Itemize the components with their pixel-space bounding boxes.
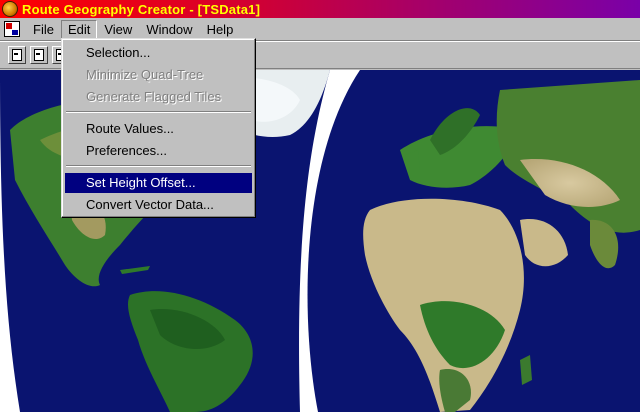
menu-item-convert-vector-data[interactable]: Convert Vector Data... xyxy=(65,195,252,215)
menu-item-selection[interactable]: Selection... xyxy=(65,43,252,63)
window-title: Route Geography Creator - [TSData1] xyxy=(22,1,261,17)
title-bar: Route Geography Creator - [TSData1] xyxy=(0,0,640,18)
import-button[interactable] xyxy=(30,46,48,64)
menu-separator xyxy=(66,165,251,167)
app-icon xyxy=(2,1,18,17)
menu-view[interactable]: View xyxy=(97,20,139,39)
menu-file[interactable]: File xyxy=(26,20,61,39)
menu-edit[interactable]: Edit xyxy=(60,19,98,39)
document-icon[interactable] xyxy=(4,21,20,37)
menu-item-generate-flagged-tiles: Generate Flagged Tiles xyxy=(86,89,222,104)
import-icon xyxy=(34,49,44,61)
edit-menu-dropdown: Selection... Minimize Quad-Tree Generate… xyxy=(61,38,256,218)
menu-window[interactable]: Window xyxy=(139,20,199,39)
menu-item-route-values[interactable]: Route Values... xyxy=(65,119,252,139)
menu-help[interactable]: Help xyxy=(200,20,241,39)
menu-separator xyxy=(66,111,251,113)
new-file-icon xyxy=(12,49,22,61)
new-file-button[interactable] xyxy=(8,46,26,64)
menu-item-set-height-offset[interactable]: Set Height Offset... xyxy=(65,173,252,193)
menu-item-preferences[interactable]: Preferences... xyxy=(65,141,252,161)
menu-item-minimize-quad-tree: Minimize Quad-Tree xyxy=(86,67,204,82)
